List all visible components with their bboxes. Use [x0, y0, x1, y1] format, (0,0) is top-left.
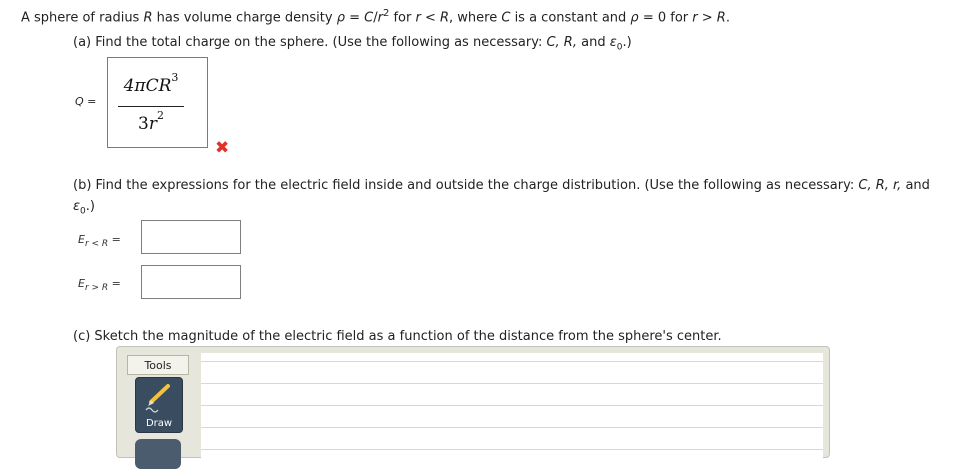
field-subscript: r < R: [84, 239, 109, 250]
draw-label: Draw: [145, 418, 173, 429]
statement-text: is a constant and: [510, 10, 631, 26]
part-a-text: and: [576, 35, 610, 50]
denominator-var: r: [148, 114, 157, 134]
field-subscript: r > R: [84, 283, 109, 294]
part-a-prompt: (a) Find the total charge on the sphere.…: [73, 35, 632, 53]
numerator-text: 4πCR: [123, 76, 172, 96]
field-inside-input[interactable]: [141, 220, 241, 254]
grid-line: [201, 361, 823, 362]
answer-denominator: 3r2: [118, 109, 184, 134]
var-C: C: [364, 10, 374, 26]
field-outside-label: Er > R =: [78, 277, 121, 293]
equals-sign: =: [111, 277, 121, 290]
charge-answer-label: Q =: [75, 95, 97, 108]
statement-text: .: [725, 10, 730, 26]
denominator-coef: 3: [138, 114, 149, 134]
field-symbol: E: [78, 233, 85, 246]
denominator-exponent: 2: [156, 109, 164, 122]
sketch-canvas[interactable]: [201, 353, 823, 463]
var-rho: ρ: [336, 10, 345, 26]
incorrect-icon: ✖: [215, 138, 230, 158]
var-rho: ρ: [630, 10, 639, 26]
tools-header: Tools: [127, 355, 189, 375]
epsilon: ε: [609, 35, 617, 50]
part-a-vars: C, R,: [546, 35, 577, 50]
part-b-prompt-cont: ε0.): [73, 199, 95, 217]
grid-line: [201, 427, 823, 428]
field-inside-label: Er < R =: [78, 233, 121, 249]
condition-inside: r < R: [415, 10, 450, 26]
tools-column: Tools Draw: [127, 355, 189, 469]
part-a-text: (a) Find the total charge on the sphere.…: [73, 35, 547, 50]
field-symbol: E: [78, 277, 85, 290]
problem-statement: A sphere of radius R has volume charge d…: [21, 8, 730, 25]
part-b-text: (b) Find the expressions for the electri…: [73, 178, 859, 193]
grid-line: [201, 449, 823, 450]
draw-tool-button[interactable]: Draw: [135, 377, 183, 433]
pencil-icon: [145, 384, 170, 413]
statement-text: , where: [449, 10, 502, 26]
grid-line: [201, 383, 823, 384]
statement-text: has volume charge density: [152, 10, 337, 26]
field-outside-input[interactable]: [141, 265, 241, 299]
var-R: R: [143, 10, 153, 26]
part-b-prompt: (b) Find the expressions for the electri…: [73, 178, 930, 193]
statement-text: =: [344, 10, 365, 26]
condition-outside: r > R: [692, 10, 726, 26]
part-a-text: .): [622, 35, 632, 50]
part-b-text: .): [85, 199, 95, 214]
statement-text: A sphere of radius: [21, 10, 144, 26]
answer-numerator: 4πCR3: [118, 71, 184, 96]
fraction-bar: [118, 106, 184, 107]
statement-text: = 0 for: [638, 10, 693, 26]
epsilon: ε: [73, 199, 81, 214]
statement-text: for: [389, 10, 416, 26]
next-tool-button[interactable]: [135, 439, 181, 469]
charge-answer-field[interactable]: 4πCR3 3r2: [107, 57, 208, 148]
part-b-vars: C, R, r,: [858, 178, 902, 193]
grid-line: [201, 405, 823, 406]
numerator-exponent: 3: [171, 71, 179, 84]
part-c-prompt: (c) Sketch the magnitude of the electric…: [73, 329, 722, 344]
equals-sign: =: [111, 233, 121, 246]
sketch-tool-panel: Tools Draw: [116, 346, 830, 469]
part-b-text: and: [901, 178, 930, 193]
